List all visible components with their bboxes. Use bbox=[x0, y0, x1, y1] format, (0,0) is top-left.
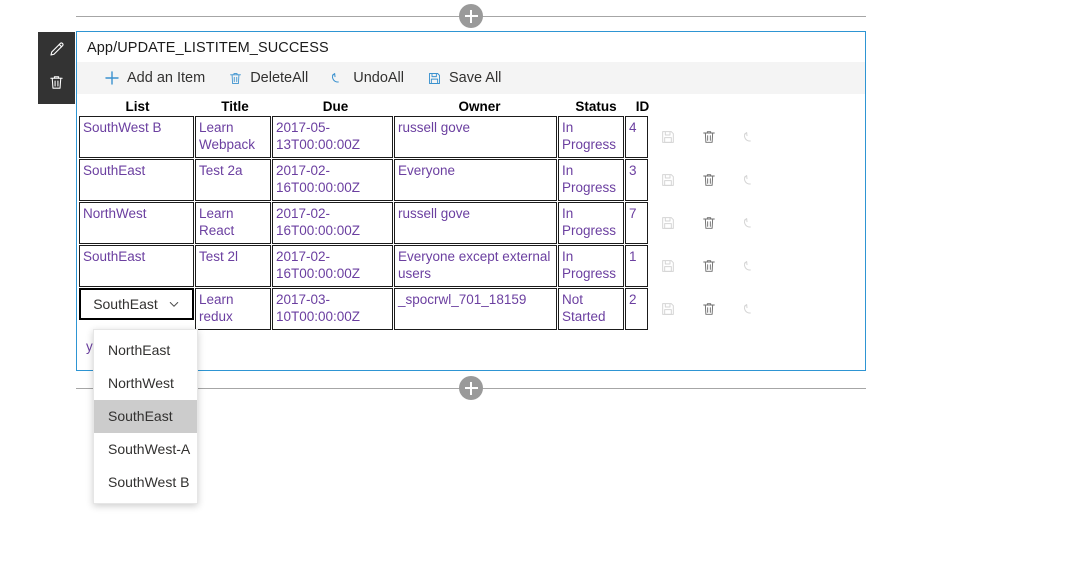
table-row: SouthEast Test 2a 2017-02-16T00:00:00Z E… bbox=[79, 159, 865, 201]
table-row: SouthEast Learn redux 2017-03-10T00:00:0… bbox=[79, 288, 865, 330]
cell-owner[interactable]: _spocrwl_701_18159 bbox=[394, 288, 557, 330]
table-row: SouthEast Test 2l 2017-02-16T00:00:00Z E… bbox=[79, 245, 865, 287]
items-grid: List Title Due Owner Status ID SouthWest… bbox=[77, 96, 865, 330]
trash-icon bbox=[48, 74, 65, 96]
cell-status[interactable]: In Progress bbox=[558, 245, 624, 287]
undo-icon bbox=[330, 70, 346, 86]
add-an-item-button[interactable]: Add an Item bbox=[93, 62, 216, 94]
cell-status[interactable]: In Progress bbox=[558, 202, 624, 244]
page-title: App/UPDATE_LISTITEM_SUCCESS bbox=[87, 40, 329, 56]
delete-row-icon[interactable] bbox=[700, 257, 718, 275]
cell-list[interactable]: SouthEast bbox=[79, 159, 194, 201]
cell-id[interactable]: 1 bbox=[625, 245, 648, 287]
save-row-icon[interactable] bbox=[659, 214, 677, 232]
chevron-down-icon bbox=[168, 298, 180, 310]
column-header-list: List bbox=[125, 98, 150, 114]
trash-icon bbox=[227, 70, 243, 86]
add-section-button-bottom[interactable] bbox=[459, 376, 483, 400]
row-actions bbox=[649, 202, 759, 244]
row-actions bbox=[649, 288, 759, 330]
list-dropdown-menu: NorthEast NorthWest SouthEast SouthWest-… bbox=[93, 329, 198, 504]
save-all-label: Save All bbox=[449, 70, 502, 86]
undo-row-icon[interactable] bbox=[741, 171, 759, 189]
dropdown-option-southwest-b[interactable]: SouthWest B bbox=[94, 466, 197, 499]
cell-owner[interactable]: russell gove bbox=[394, 116, 557, 158]
cell-id[interactable]: 4 bbox=[625, 116, 648, 158]
add-section-button-top[interactable] bbox=[459, 4, 483, 28]
cell-owner[interactable]: Everyone bbox=[394, 159, 557, 201]
undo-row-icon[interactable] bbox=[741, 257, 759, 275]
delete-row-icon[interactable] bbox=[700, 300, 718, 318]
grid-header-row: List Title Due Owner Status ID bbox=[79, 96, 865, 116]
cell-list-editor: SouthEast bbox=[79, 288, 194, 330]
save-row-icon[interactable] bbox=[659, 128, 677, 146]
cell-owner[interactable]: Everyone except external users bbox=[394, 245, 557, 287]
cell-list[interactable]: NorthWest bbox=[79, 202, 194, 244]
delete-web-part-button[interactable] bbox=[44, 72, 70, 98]
add-an-item-label: Add an Item bbox=[127, 70, 206, 86]
edit-web-part-button[interactable] bbox=[44, 38, 70, 64]
plus-icon bbox=[104, 70, 120, 86]
row-actions bbox=[649, 116, 759, 158]
save-all-button[interactable]: Save All bbox=[415, 62, 512, 94]
undo-row-icon[interactable] bbox=[741, 128, 759, 146]
delete-row-icon[interactable] bbox=[700, 214, 718, 232]
cell-list[interactable]: SouthEast bbox=[79, 245, 194, 287]
list-combobox[interactable]: SouthEast bbox=[79, 288, 194, 320]
table-row: NorthWest Learn React 2017-02-16T00:00:0… bbox=[79, 202, 865, 244]
cell-id[interactable]: 3 bbox=[625, 159, 648, 201]
save-row-icon[interactable] bbox=[659, 300, 677, 318]
dropdown-option-northwest[interactable]: NorthWest bbox=[94, 367, 197, 400]
dropdown-option-northeast[interactable]: NorthEast bbox=[94, 334, 197, 367]
cell-status[interactable]: In Progress bbox=[558, 159, 624, 201]
undo-row-icon[interactable] bbox=[741, 214, 759, 232]
cell-title[interactable]: Test 2l bbox=[195, 245, 271, 287]
column-header-id: ID bbox=[635, 98, 650, 114]
cell-list[interactable]: SouthWest B bbox=[79, 116, 194, 158]
save-icon bbox=[426, 70, 442, 86]
page-root: App/UPDATE_LISTITEM_SUCCESS Add an Item bbox=[0, 0, 1082, 574]
delete-row-icon[interactable] bbox=[700, 128, 718, 146]
pencil-icon bbox=[48, 40, 66, 63]
save-row-icon[interactable] bbox=[659, 257, 677, 275]
row-actions bbox=[649, 245, 759, 287]
cell-owner[interactable]: russell gove bbox=[394, 202, 557, 244]
cell-id[interactable]: 2 bbox=[625, 288, 648, 330]
insert-section-top[interactable] bbox=[76, 4, 866, 28]
column-header-title: Title bbox=[221, 98, 249, 114]
cell-status[interactable]: In Progress bbox=[558, 116, 624, 158]
delete-all-button[interactable]: DeleteAll bbox=[216, 62, 319, 94]
undo-all-label: UndoAll bbox=[353, 70, 404, 86]
dropdown-option-southeast[interactable]: SouthEast bbox=[94, 400, 197, 433]
cell-title[interactable]: Learn Webpack bbox=[195, 116, 271, 158]
column-header-due: Due bbox=[322, 98, 349, 114]
cell-due[interactable]: 2017-02-16T00:00:00Z bbox=[272, 202, 393, 244]
table-row: SouthWest B Learn Webpack 2017-05-13T00:… bbox=[79, 116, 865, 158]
cell-due[interactable]: 2017-05-13T00:00:00Z bbox=[272, 116, 393, 158]
cell-id[interactable]: 7 bbox=[625, 202, 648, 244]
cell-title[interactable]: Learn React bbox=[195, 202, 271, 244]
delete-row-icon[interactable] bbox=[700, 171, 718, 189]
column-header-owner: Owner bbox=[458, 98, 501, 114]
webpart-panel: App/UPDATE_LISTITEM_SUCCESS Add an Item bbox=[76, 31, 866, 371]
cell-status[interactable]: Not Started bbox=[558, 288, 624, 330]
cell-title[interactable]: Learn redux bbox=[195, 288, 271, 330]
obscured-cell-fragment: y bbox=[86, 339, 93, 354]
delete-all-label: DeleteAll bbox=[250, 70, 309, 86]
column-header-status: Status bbox=[575, 98, 617, 114]
cell-due[interactable]: 2017-02-16T00:00:00Z bbox=[272, 245, 393, 287]
save-row-icon[interactable] bbox=[659, 171, 677, 189]
command-bar: Add an Item DeleteAll UndoAll Save All bbox=[77, 62, 865, 94]
cell-due[interactable]: 2017-03-10T00:00:00Z bbox=[272, 288, 393, 330]
undo-row-icon[interactable] bbox=[741, 300, 759, 318]
undo-all-button[interactable]: UndoAll bbox=[319, 62, 415, 94]
cell-title[interactable]: Test 2a bbox=[195, 159, 271, 201]
cell-due[interactable]: 2017-02-16T00:00:00Z bbox=[272, 159, 393, 201]
list-combobox-value: SouthEast bbox=[93, 296, 158, 312]
row-actions bbox=[649, 159, 759, 201]
dropdown-option-southwest-a[interactable]: SouthWest-A bbox=[94, 433, 197, 466]
webpart-action-rail bbox=[38, 32, 75, 104]
